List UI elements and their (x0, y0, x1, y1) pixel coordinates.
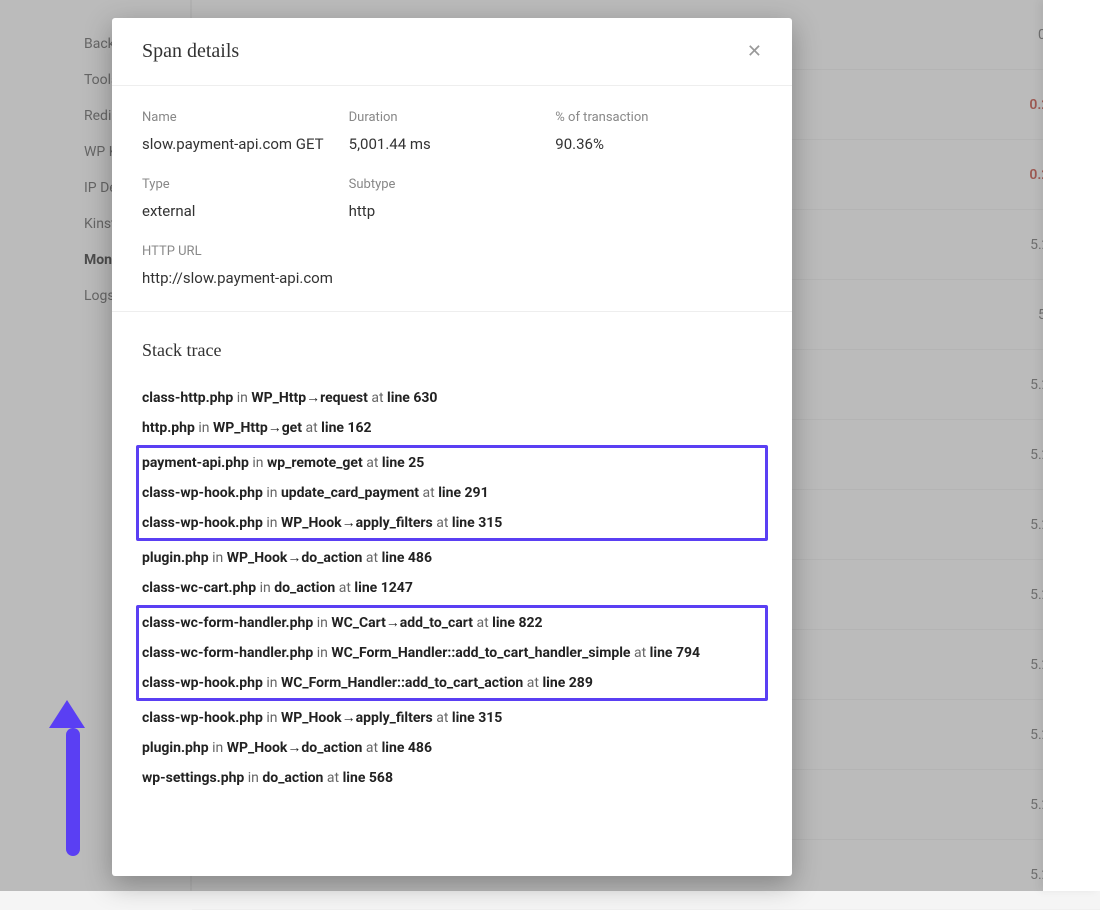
field-value: external (142, 202, 349, 220)
trace-line: class-wc-cart.php in do_action at line 1… (142, 573, 762, 603)
trace-line: class-wp-hook.php in WC_Form_Handler::ad… (142, 668, 762, 698)
stack-trace-list: class-http.php in WP_Http→request at lin… (142, 383, 762, 793)
trace-line: class-wc-form-handler.php in WC_Cart→add… (142, 608, 762, 638)
trace-line: class-wp-hook.php in WP_Hook→apply_filte… (142, 508, 762, 538)
field-label: % of transaction (555, 110, 762, 125)
trace-line: class-wp-hook.php in update_card_payment… (142, 478, 762, 508)
field-label: Duration (349, 110, 556, 125)
field-pct: % of transaction 90.36% (555, 110, 762, 153)
span-details-modal: Span details ✕ Name slow.payment-api.com… (112, 18, 792, 876)
field-url: HTTP URL http://slow.payment-api.com (142, 244, 762, 287)
field-value: http (349, 202, 556, 220)
trace-line: payment-api.php in wp_remote_get at line… (142, 448, 762, 478)
field-duration: Duration 5,001.44 ms (349, 110, 556, 153)
field-value: 90.36% (555, 135, 762, 153)
trace-line: plugin.php in WP_Hook→do_action at line … (142, 733, 762, 763)
right-edge (1043, 0, 1100, 891)
field-name: Name slow.payment-api.com GET (142, 110, 349, 153)
trace-line: http.php in WP_Http→get at line 162 (142, 413, 762, 443)
field-value: slow.payment-api.com GET (142, 135, 349, 153)
highlight-box: payment-api.php in wp_remote_get at line… (136, 445, 768, 541)
field-subtype: Subtype http (349, 177, 556, 220)
field-type: Type external (142, 177, 349, 220)
close-icon[interactable]: ✕ (747, 43, 762, 61)
modal-title: Span details (142, 40, 239, 63)
highlight-box: class-wc-form-handler.php in WC_Cart→add… (136, 605, 768, 701)
trace-line: plugin.php in WP_Hook→do_action at line … (142, 543, 762, 573)
trace-line: class-http.php in WP_Http→request at lin… (142, 383, 762, 413)
trace-line: class-wc-form-handler.php in WC_Form_Han… (142, 638, 762, 668)
field-label: HTTP URL (142, 244, 762, 259)
stack-trace-title: Stack trace (142, 340, 762, 361)
field-value: http://slow.payment-api.com (142, 269, 762, 287)
annotation-arrow (60, 700, 85, 856)
field-spacer (555, 177, 762, 220)
trace-line: class-wp-hook.php in WP_Hook→apply_filte… (142, 703, 762, 733)
field-value: 5,001.44 ms (349, 135, 556, 153)
trace-line: wp-settings.php in do_action at line 568 (142, 763, 762, 793)
field-label: Type (142, 177, 349, 192)
field-label: Subtype (349, 177, 556, 192)
field-label: Name (142, 110, 349, 125)
